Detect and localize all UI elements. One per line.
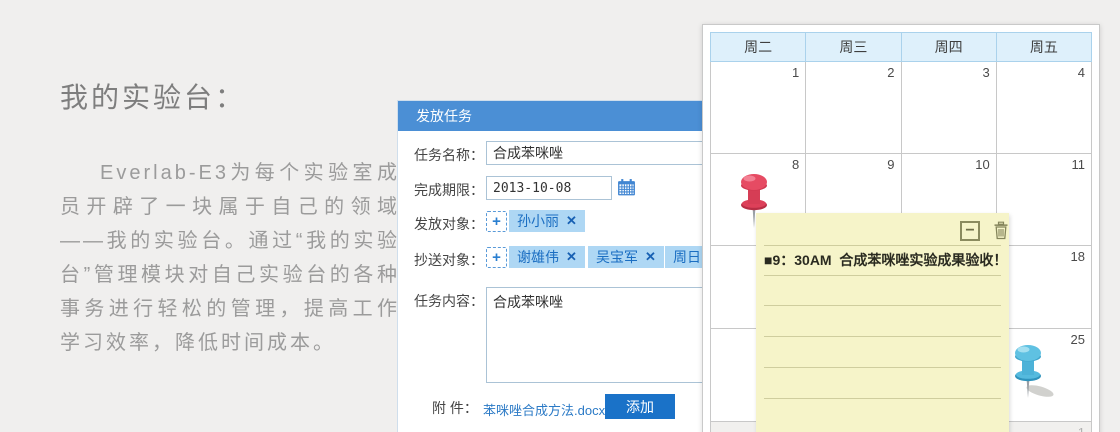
dialog-title: 发放任务 [398,101,738,131]
assignee-name: 孙小丽 [517,213,559,229]
cc-name: 吴宝军 [596,249,638,265]
cc-tag[interactable]: 谢雄伟 ✕ [509,246,585,268]
page: 我的实验台： Everlab-E3为每个实验室成员开辟了一块属于自己的领域——我… [0,0,1120,432]
deadline-input[interactable] [486,176,612,200]
cc-label: 抄送对象： [414,252,484,268]
note-rule [764,305,1001,306]
content-label: 任务内容： [414,293,484,309]
task-name-input[interactable] [486,141,722,165]
note-text: ■9：30AM 合成苯咪唑实验成果验收！ [764,252,1008,268]
plus-icon: + [492,249,501,266]
calendar-day-cell[interactable]: 1 [709,61,807,154]
calendar-day-cell[interactable]: 1 [995,421,1093,432]
calendar-header-cell: 周二 [709,32,807,62]
add-attachment-button[interactable]: 添加 [605,394,675,419]
remove-icon[interactable]: ✕ [645,249,656,265]
calendar-header-cell: 周四 [900,32,997,62]
blue-pushpin-icon [1010,342,1056,402]
calendar-day-cell[interactable]: 11 [995,153,1093,246]
delete-note-button[interactable] [993,221,1009,240]
cc-name: 谢雄伟 [517,249,559,265]
sticky-note[interactable]: − ■9：30AM 合成苯咪唑实验成果验收！ [756,213,1009,432]
remove-icon[interactable]: ✕ [566,213,577,229]
datepicker-icon[interactable] [617,178,636,197]
minimize-note-button[interactable]: − [960,221,980,241]
assignee-tag[interactable]: 孙小丽 ✕ [509,210,585,232]
calendar-day-cell[interactable]: 18 [995,245,1093,329]
page-title: 我的实验台： [60,82,247,113]
remove-icon[interactable]: ✕ [566,249,577,265]
add-assignee-button[interactable]: + [486,211,507,232]
intro-paragraph: Everlab-E3为每个实验室成员开辟了一块属于自己的领域——我的实验台。通过… [60,162,400,354]
attachment-link[interactable]: 苯咪唑合成方法.docx [483,400,605,419]
task-content-textarea[interactable]: 合成苯咪唑 [486,287,722,383]
trash-icon [994,221,1008,240]
calendar-header-cell: 周五 [995,32,1093,62]
calendar-header-cell: 周三 [805,32,902,62]
deadline-label: 完成期限： [414,182,484,198]
attachment-label: 附 件： [432,400,478,416]
intro-section: 我的实验台： Everlab-E3为每个实验室成员开辟了一块属于自己的领域——我… [60,76,400,360]
plus-icon: + [492,213,501,230]
task-name-label: 任务名称： [414,147,484,163]
calendar-day-cell[interactable]: 4 [995,61,1093,154]
assignees-label: 发放对象： [414,216,484,232]
minus-icon: − [965,222,975,239]
cc-tag[interactable]: 吴宝军 ✕ [588,246,664,268]
add-cc-button[interactable]: + [486,247,507,268]
note-rule [764,336,1001,337]
cc-name: 周日 [673,249,701,265]
note-rule [764,245,1001,246]
note-rule [764,367,1001,368]
task-dialog: 发放任务 任务名称： 完成期限： 发放对象： + [397,100,739,432]
calendar-day-cell[interactable]: 2 [805,61,902,154]
note-rule [764,275,1001,276]
calendar-day-cell[interactable]: 3 [900,61,997,154]
note-rule [764,398,1001,399]
